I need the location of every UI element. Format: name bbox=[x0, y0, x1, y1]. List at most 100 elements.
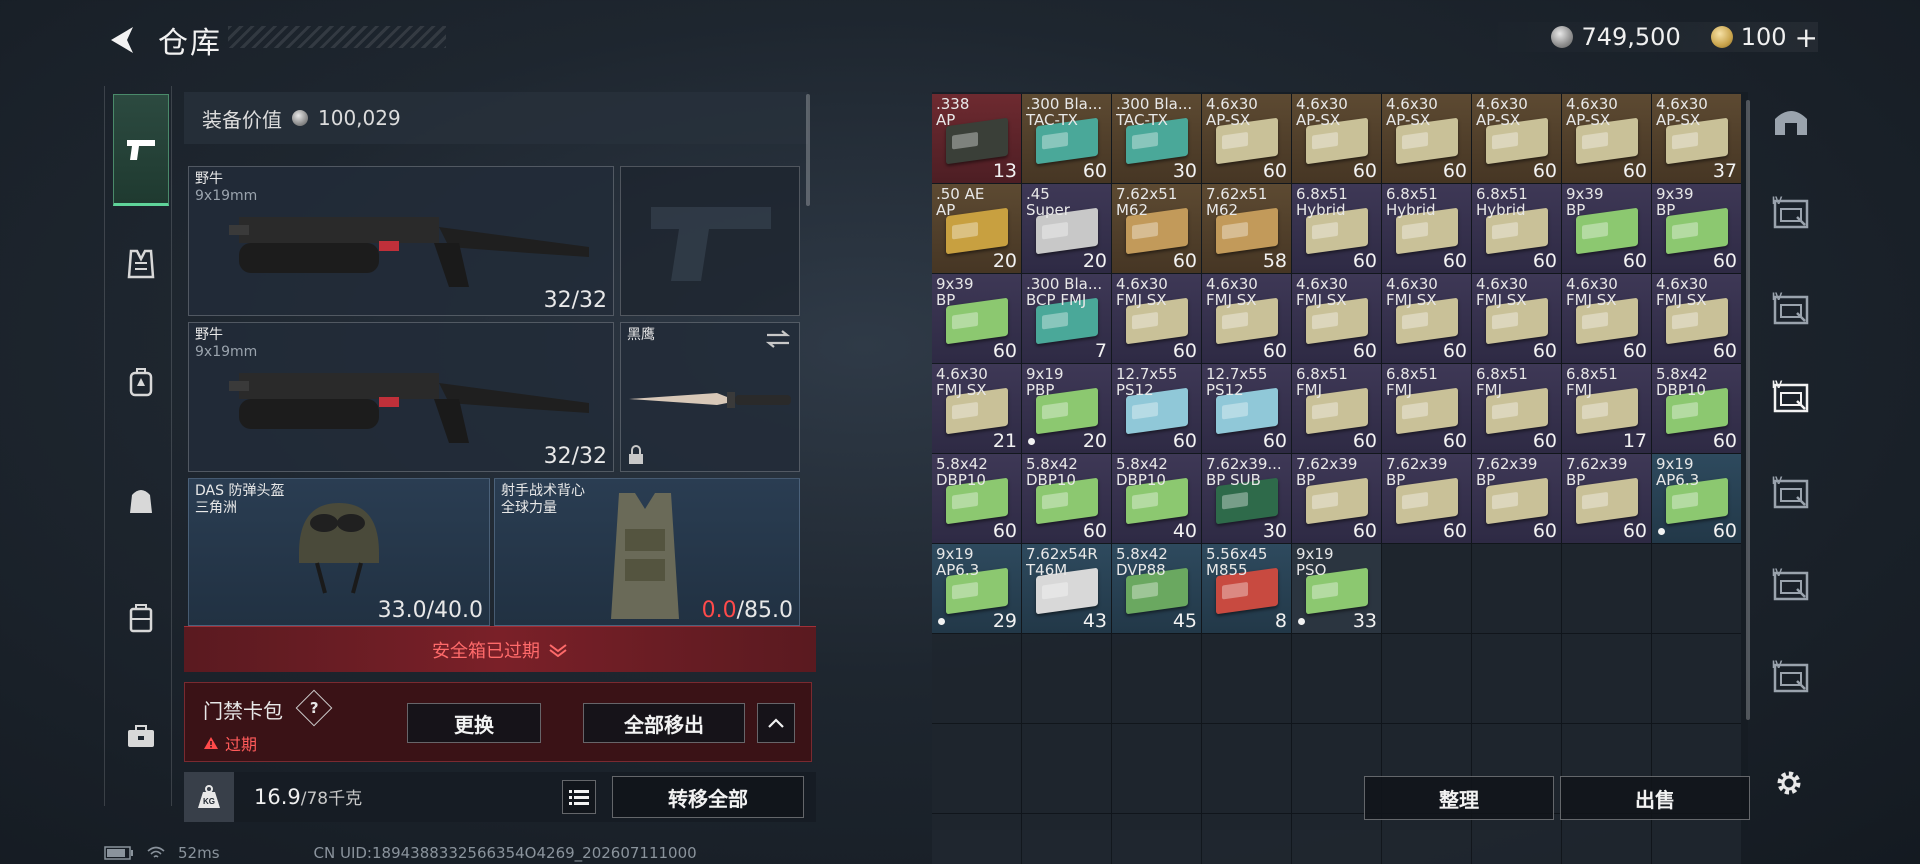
transfer-all-button[interactable]: 转移全部 bbox=[612, 776, 804, 818]
stash-item-cell[interactable]: 5.8x42 DBP10 60 bbox=[1652, 364, 1741, 453]
stash-item-cell[interactable]: 9x39 BP 60 bbox=[1562, 184, 1651, 273]
nav-weapons-tab[interactable] bbox=[113, 94, 169, 206]
stash-item-cell[interactable]: 4.6x30 FMJ SX 60 bbox=[1382, 274, 1471, 363]
stash-item-cell[interactable]: 4.6x30 FMJ SX 21 bbox=[932, 364, 1021, 453]
stash-item-cell[interactable]: 7.62x39 BP 60 bbox=[1472, 454, 1561, 543]
stash-item-cell[interactable]: 6.8x51 Hybrid 60 bbox=[1382, 184, 1471, 273]
nav-toolbox-tab[interactable] bbox=[113, 708, 169, 764]
empty-stash-cell[interactable] bbox=[1112, 634, 1201, 723]
vest-slot[interactable]: 射手战术背心 全球力量 0.0/85.0 bbox=[494, 478, 800, 626]
empty-stash-cell[interactable] bbox=[1202, 724, 1291, 813]
nav-bag-tab[interactable] bbox=[113, 472, 169, 528]
empty-stash-cell[interactable] bbox=[1112, 814, 1201, 864]
empty-stash-cell[interactable] bbox=[1292, 634, 1381, 723]
empty-stash-cell[interactable] bbox=[1562, 814, 1651, 864]
helmet-slot[interactable]: DAS 防弹头盔 三角洲 33.0/40.0 bbox=[188, 478, 490, 626]
stash-item-cell[interactable]: 5.8x42 DBP10 60 bbox=[1022, 454, 1111, 543]
stash-item-cell[interactable]: .50 AE AP 20 bbox=[932, 184, 1021, 273]
stash-item-cell[interactable]: 5.8x42 DBP10 40 bbox=[1112, 454, 1201, 543]
stash-item-cell[interactable]: 6.8x51 FMJ 60 bbox=[1292, 364, 1381, 453]
stash-item-cell[interactable]: .300 Bla... TAC-TX 60 bbox=[1022, 94, 1111, 183]
empty-stash-cell[interactable] bbox=[1652, 634, 1741, 723]
stash-item-cell[interactable]: 12.7x55 PS12 60 bbox=[1202, 364, 1291, 453]
sell-button[interactable]: 出售 bbox=[1560, 776, 1750, 820]
stash-item-cell[interactable]: 7.62x54R T46M 43 bbox=[1022, 544, 1111, 633]
empty-stash-cell[interactable] bbox=[1382, 634, 1471, 723]
stash-item-cell[interactable]: 4.6x30 AP-SX 60 bbox=[1562, 94, 1651, 183]
stash-item-cell[interactable]: 6.8x51 Hybrid 60 bbox=[1472, 184, 1561, 273]
empty-stash-cell[interactable] bbox=[932, 724, 1021, 813]
empty-stash-cell[interactable] bbox=[1652, 544, 1741, 633]
empty-stash-cell[interactable] bbox=[1472, 814, 1561, 864]
empty-stash-cell[interactable] bbox=[1202, 814, 1291, 864]
collapse-button[interactable] bbox=[757, 703, 795, 743]
stash-item-cell[interactable]: 12.7x55 PS12 60 bbox=[1112, 364, 1201, 453]
stash-item-cell[interactable]: 7.62x39 BP 60 bbox=[1382, 454, 1471, 543]
empty-stash-cell[interactable] bbox=[1472, 634, 1561, 723]
stash-item-cell[interactable]: 6.8x51 FMJ 60 bbox=[1472, 364, 1561, 453]
loadout-scrollbar[interactable] bbox=[806, 94, 810, 206]
stash-item-cell[interactable]: .300 Bla... TAC-TX 30 bbox=[1112, 94, 1201, 183]
sidearm-slot[interactable] bbox=[620, 166, 800, 316]
empty-stash-cell[interactable] bbox=[1022, 814, 1111, 864]
stash-item-cell[interactable]: 9x39 BP 60 bbox=[932, 274, 1021, 363]
stash-tab-2[interactable]: IV bbox=[1766, 188, 1816, 238]
nav-backpack-tab[interactable] bbox=[113, 354, 169, 410]
stash-item-cell[interactable]: 5.8x42 DVP88 45 bbox=[1112, 544, 1201, 633]
stash-item-cell[interactable]: 4.6x30 FMJ SX 60 bbox=[1112, 274, 1201, 363]
primary-weapon-slot-1[interactable]: 野牛 9x19mm 32/32 bbox=[188, 166, 614, 316]
swap-icon[interactable] bbox=[765, 329, 791, 349]
stash-item-cell[interactable]: 5.8x42 DBP10 60 bbox=[932, 454, 1021, 543]
stash-item-cell[interactable]: .300 Bla... BCP FMJ 7 bbox=[1022, 274, 1111, 363]
stash-item-cell[interactable]: 5.56x45 M855 8 bbox=[1202, 544, 1291, 633]
stash-item-cell[interactable]: 6.8x51 FMJ 60 bbox=[1382, 364, 1471, 453]
empty-stash-cell[interactable] bbox=[1562, 634, 1651, 723]
stash-item-cell[interactable]: 9x19 AP6.3 60 bbox=[1652, 454, 1741, 543]
nav-armor-tab[interactable] bbox=[113, 236, 169, 292]
empty-stash-cell[interactable] bbox=[932, 634, 1021, 723]
stash-scrollbar[interactable] bbox=[1746, 100, 1750, 720]
stash-tab-1[interactable] bbox=[1766, 96, 1816, 146]
help-icon[interactable]: ? bbox=[295, 689, 333, 727]
stash-item-cell[interactable]: 9x19 PBP 20 bbox=[1022, 364, 1111, 453]
stash-item-cell[interactable]: 4.6x30 AP-SX 37 bbox=[1652, 94, 1741, 183]
stash-item-cell[interactable]: .45 Super 20 bbox=[1022, 184, 1111, 273]
sort-button[interactable]: 整理 bbox=[1364, 776, 1554, 820]
stash-item-cell[interactable]: 7.62x39 BP 60 bbox=[1562, 454, 1651, 543]
stash-item-cell[interactable]: 4.6x30 AP-SX 60 bbox=[1472, 94, 1561, 183]
empty-stash-cell[interactable] bbox=[1112, 724, 1201, 813]
add-gold-button[interactable]: + bbox=[1795, 21, 1818, 54]
stash-item-cell[interactable]: 4.6x30 AP-SX 60 bbox=[1292, 94, 1381, 183]
stash-item-cell[interactable]: 4.6x30 FMJ SX 60 bbox=[1202, 274, 1291, 363]
replace-button[interactable]: 更换 bbox=[407, 703, 541, 743]
stash-item-cell[interactable]: 7.62x51 M62 60 bbox=[1112, 184, 1201, 273]
empty-stash-cell[interactable] bbox=[1292, 814, 1381, 864]
stash-item-cell[interactable]: 7.62x39... BP SUB 30 bbox=[1202, 454, 1291, 543]
stash-item-cell[interactable]: 4.6x30 FMJ SX 60 bbox=[1562, 274, 1651, 363]
stash-tab-5[interactable]: IV bbox=[1766, 468, 1816, 518]
stash-item-cell[interactable]: 7.62x51 M62 58 bbox=[1202, 184, 1291, 273]
empty-stash-cell[interactable] bbox=[1472, 544, 1561, 633]
stash-tab-4[interactable]: IV bbox=[1766, 372, 1816, 422]
empty-stash-cell[interactable] bbox=[1382, 814, 1471, 864]
stash-item-cell[interactable]: 4.6x30 FMJ SX 60 bbox=[1472, 274, 1561, 363]
nav-container-tab[interactable] bbox=[113, 590, 169, 646]
empty-stash-cell[interactable] bbox=[1652, 814, 1741, 864]
stash-tab-7[interactable]: IV bbox=[1766, 652, 1816, 702]
melee-slot[interactable]: 黑鹰 bbox=[620, 322, 800, 472]
list-view-button[interactable] bbox=[562, 780, 596, 814]
stash-item-cell[interactable]: 6.8x51 FMJ 17 bbox=[1562, 364, 1651, 453]
primary-weapon-slot-2[interactable]: 野牛 9x19mm 32/32 bbox=[188, 322, 614, 472]
settings-button[interactable] bbox=[1764, 758, 1814, 808]
stash-item-cell[interactable]: 9x19 AP6.3 29 bbox=[932, 544, 1021, 633]
remove-all-button[interactable]: 全部移出 bbox=[583, 703, 745, 743]
stash-item-cell[interactable]: .338 AP 13 bbox=[932, 94, 1021, 183]
stash-item-cell[interactable]: 6.8x51 Hybrid 60 bbox=[1292, 184, 1381, 273]
stash-item-cell[interactable]: 4.6x30 FMJ SX 60 bbox=[1292, 274, 1381, 363]
empty-stash-cell[interactable] bbox=[932, 814, 1021, 864]
stash-tab-3[interactable]: IV bbox=[1766, 284, 1816, 334]
empty-stash-cell[interactable] bbox=[1562, 544, 1651, 633]
empty-stash-cell[interactable] bbox=[1022, 634, 1111, 723]
stash-item-cell[interactable]: 9x39 BP 60 bbox=[1652, 184, 1741, 273]
stash-tab-6[interactable]: IV bbox=[1766, 560, 1816, 610]
